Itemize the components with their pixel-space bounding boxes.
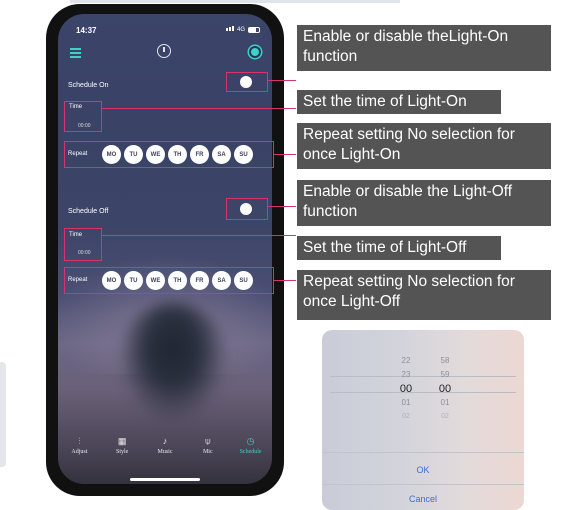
connector-line <box>274 280 296 281</box>
background-mountain <box>118 302 228 422</box>
timer-icon[interactable] <box>157 44 171 58</box>
picker-minute-item[interactable]: 01 <box>430 396 460 410</box>
day-button[interactable]: SU <box>234 145 253 164</box>
picker-minute-item[interactable]: 59 <box>430 368 460 382</box>
schedule-off-days: MO TU WE TH FR SA SU <box>102 271 253 290</box>
day-button[interactable]: FR <box>190 145 209 164</box>
callout-on-repeat: Repeat setting No selection for once Lig… <box>297 123 551 169</box>
connector-line <box>268 206 296 207</box>
connector-line <box>102 108 296 109</box>
tab-style[interactable]: ▦ Style <box>102 436 142 455</box>
picker-hour-item[interactable]: 01 <box>391 396 421 410</box>
callout-on-toggle: Enable or disable theLight-On function <box>297 25 551 71</box>
time-picker-panel <box>322 330 524 510</box>
day-button[interactable]: MO <box>102 145 121 164</box>
tab-schedule[interactable]: ◷ Schedule <box>231 436 271 455</box>
schedule-on-label: Schedule On <box>68 82 109 89</box>
day-button[interactable]: WE <box>146 271 165 290</box>
cancel-button[interactable]: Cancel <box>322 494 524 504</box>
sliders-icon: ⫶ <box>78 436 81 446</box>
picker-hour-column[interactable]: 22 23 00 01 02 <box>391 340 421 424</box>
day-button[interactable]: SA <box>212 145 231 164</box>
bottom-tab-bar: ⫶ Adjust ▦ Style ♪ Music ⍦ Mic ◷ Schedul… <box>58 436 272 455</box>
day-button[interactable]: SU <box>234 271 253 290</box>
schedule-on-days: MO TU WE TH FR SA SU <box>102 145 253 164</box>
picker-separator <box>322 452 524 453</box>
connector-line <box>274 154 296 155</box>
schedule-off-repeat-label: Repeat <box>68 277 88 283</box>
picker-minute-selected[interactable]: 00 <box>430 382 460 396</box>
schedule-on-toggle[interactable] <box>232 75 256 89</box>
schedule-on-repeat-label: Repeat <box>68 151 88 157</box>
picker-hour-selected[interactable]: 00 <box>391 382 421 396</box>
callout-on-time: Set the time of Light-On <box>297 90 501 114</box>
day-button[interactable]: TU <box>124 271 143 290</box>
picker-hour-item[interactable]: 22 <box>391 354 421 368</box>
schedule-off-toggle[interactable] <box>232 202 256 216</box>
callout-off-time: Set the time of Light-Off <box>297 236 501 260</box>
day-button[interactable]: WE <box>146 145 165 164</box>
picker-minute-item[interactable]: 02 <box>430 410 460 424</box>
music-note-icon: ♪ <box>162 436 168 446</box>
picker-hour-item[interactable]: 23 <box>391 368 421 382</box>
mic-icon: ⍦ <box>205 436 211 446</box>
battery-icon <box>248 26 261 33</box>
schedule-on-time-value[interactable]: 00:00 <box>78 123 91 129</box>
day-button[interactable]: MO <box>102 271 121 290</box>
day-button[interactable]: SA <box>212 271 231 290</box>
schedule-off-label: Schedule Off <box>68 208 109 215</box>
callout-off-repeat: Repeat setting No selection for once Lig… <box>297 270 551 320</box>
timer-icon: ◷ <box>246 436 255 446</box>
picker-separator <box>322 484 524 485</box>
tab-mic[interactable]: ⍦ Mic <box>188 436 228 455</box>
status-time: 14:37 <box>76 26 97 35</box>
picker-selection-indicator <box>330 376 516 393</box>
schedule-on-time-label: Time <box>69 104 83 110</box>
callout-off-toggle: Enable or disable the Light-Off function <box>297 180 551 226</box>
status-bar-right: 4G <box>226 26 261 33</box>
picker-minute-item[interactable]: 58 <box>430 354 460 368</box>
picker-hour-item[interactable]: 02 <box>391 410 421 424</box>
tab-adjust[interactable]: ⫶ Adjust <box>59 436 99 455</box>
signal-icon <box>226 26 234 33</box>
connector-line <box>102 235 296 236</box>
day-button[interactable]: TU <box>124 145 143 164</box>
day-button[interactable]: FR <box>190 271 209 290</box>
edge-card <box>0 362 6 467</box>
top-divider <box>70 0 400 3</box>
network-label: 4G <box>237 26 246 33</box>
connector-line <box>268 80 296 81</box>
ok-button[interactable]: OK <box>322 465 524 475</box>
tab-music[interactable]: ♪ Music <box>145 436 185 455</box>
settings-gear-icon[interactable] <box>251 48 259 56</box>
home-indicator <box>130 478 200 481</box>
day-button[interactable]: TH <box>168 271 187 290</box>
schedule-off-time-value[interactable]: 00:00 <box>78 250 91 256</box>
menu-list-icon[interactable] <box>70 48 81 58</box>
schedule-off-time-label: Time <box>69 232 83 238</box>
picker-minute-column[interactable]: 58 59 00 01 02 <box>430 340 460 424</box>
grid-icon: ▦ <box>117 436 127 446</box>
day-button[interactable]: TH <box>168 145 187 164</box>
